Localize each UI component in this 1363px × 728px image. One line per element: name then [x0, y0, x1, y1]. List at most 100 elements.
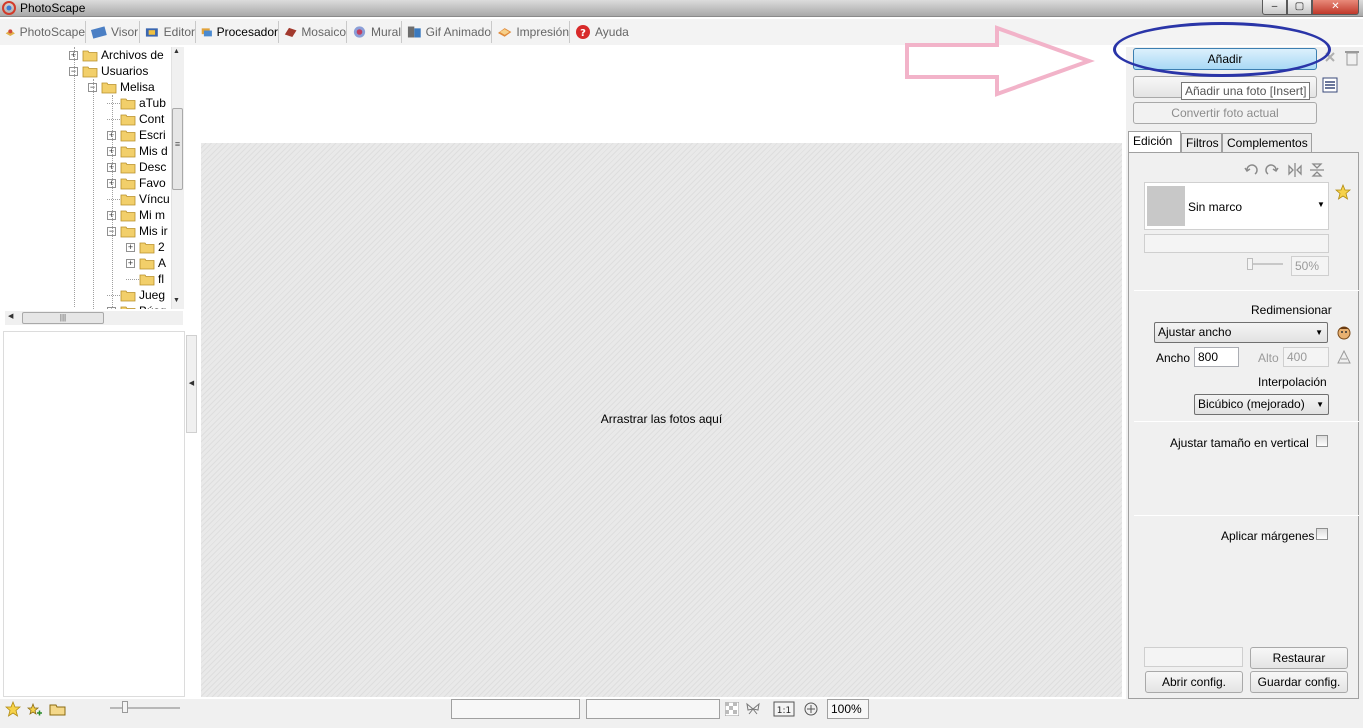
tree-connector [107, 118, 120, 120]
collapse-panel-handle[interactable]: ◀ [186, 335, 197, 433]
config-name-field[interactable] [1144, 647, 1243, 667]
pictures-icon [120, 226, 136, 238]
scroll-down-arrow-icon[interactable]: ▼ [173, 297, 180, 304]
interpolation-select[interactable]: Bicúbico (mejorado) ▼ [1194, 394, 1329, 415]
tree-item[interactable]: − Usuarios [69, 63, 148, 79]
maximize-button[interactable]: ▢ [1287, 0, 1312, 15]
frame-option-field [1144, 234, 1329, 253]
title-bar: PhotoScape – ▢ ✕ [0, 0, 1363, 17]
favorite-star-icon[interactable] [1335, 184, 1351, 200]
folder-icon [139, 242, 155, 254]
transparency-grid-icon[interactable] [725, 702, 739, 716]
rotate-left-icon[interactable] [1243, 162, 1259, 178]
thumbnail-size-thumb[interactable] [122, 701, 128, 713]
tab-mural[interactable]: Mural [349, 21, 402, 43]
flip-horizontal-icon[interactable] [1287, 162, 1303, 178]
trash-icon[interactable] [1344, 49, 1360, 67]
tree-item[interactable]: + Archivos de [69, 47, 164, 63]
tab-complementos[interactable]: Complementos [1222, 133, 1312, 154]
tree-item-label: aTub [139, 96, 166, 110]
resize-mode-select[interactable]: Ajustar ancho ▼ [1154, 322, 1328, 343]
status-bar: 1:1 100% [0, 699, 1363, 728]
links-icon [120, 194, 136, 206]
convert-current-photo-button[interactable]: Convertir foto actual [1133, 102, 1317, 124]
tab-editor[interactable]: Editor [142, 21, 196, 43]
tree-item[interactable]: aTub [107, 95, 166, 111]
butterfly-icon[interactable] [745, 701, 761, 717]
actual-size-icon[interactable]: 1:1 [773, 701, 795, 717]
tab-gif-animado[interactable]: Gif Animado [404, 21, 492, 43]
separator [1134, 421, 1359, 422]
editor-icon [145, 28, 158, 37]
folder-icon [139, 274, 155, 286]
height-input[interactable]: 400 [1283, 347, 1329, 367]
opacity-slider-thumb[interactable] [1247, 258, 1253, 270]
pencil-ruler-icon[interactable] [1336, 349, 1352, 365]
tree-expander-icon[interactable]: + [126, 258, 135, 268]
width-input[interactable]: 800 [1194, 347, 1239, 367]
tree-item[interactable]: Cont [107, 111, 164, 127]
file-thumbnail-list[interactable] [3, 331, 185, 697]
save-config-button[interactable]: Guardar config. [1250, 671, 1348, 693]
tab-label: Impresión [516, 25, 569, 39]
tree-item[interactable]: +Búsq [107, 303, 166, 309]
tab-photoscape[interactable]: PhotoScape [2, 21, 86, 43]
scroll-left-arrow-icon[interactable]: ◀ [8, 312, 13, 320]
tree-hscroll-thumb[interactable]: ||| [22, 312, 104, 324]
frame-selector[interactable]: Sin marco ▼ [1144, 182, 1329, 230]
tab-procesador[interactable]: Procesador [198, 21, 279, 43]
tree-item[interactable]: + Desc [107, 159, 166, 175]
tree-item[interactable]: +2 [126, 239, 165, 255]
minimize-button[interactable]: – [1262, 0, 1287, 15]
fit-to-window-icon[interactable] [803, 701, 819, 717]
open-folder-icon[interactable] [49, 701, 67, 717]
tree-scroll-thumb[interactable]: ≡ [172, 108, 183, 190]
tree-item[interactable]: + Escri [107, 127, 166, 143]
tree-item[interactable]: + Mi m [107, 207, 165, 223]
apply-margins-checkbox[interactable] [1316, 528, 1328, 540]
star-add-icon[interactable] [27, 701, 43, 717]
tree-item[interactable]: − Melisa [88, 79, 155, 95]
tree-connector [107, 102, 120, 104]
scroll-up-arrow-icon[interactable]: ▲ [173, 48, 180, 55]
face-icon[interactable] [1336, 324, 1352, 340]
zoom-level[interactable]: 100% [827, 699, 869, 719]
tree-item[interactable]: fl [126, 271, 164, 287]
tab-impresion[interactable]: Impresión [494, 21, 570, 43]
rotate-right-icon[interactable] [1264, 162, 1280, 178]
print-icon [497, 28, 512, 37]
tree-item[interactable]: Jueg [107, 287, 165, 303]
tree-item-label: A [158, 256, 167, 270]
contacts-icon [120, 114, 136, 126]
interpolation-heading: Interpolación [1258, 375, 1327, 389]
photo-drop-area[interactable]: Arrastrar las fotos aquí [201, 143, 1122, 697]
tree-item[interactable]: Víncu [107, 191, 170, 207]
scroll-grip: ||| [59, 313, 67, 322]
restore-button[interactable]: Restaurar [1250, 647, 1348, 669]
tree-item[interactable]: + Favo [107, 175, 166, 191]
tab-visor[interactable]: Visor [88, 21, 140, 43]
tab-mosaico[interactable]: Mosaico [281, 21, 347, 43]
flip-vertical-icon[interactable] [1309, 162, 1325, 178]
star-icon[interactable] [5, 701, 21, 717]
tree-expander-icon[interactable]: + [126, 242, 135, 252]
annotation-ellipse [1113, 22, 1331, 77]
open-config-button[interactable]: Abrir config. [1145, 671, 1243, 693]
tab-edicion[interactable]: Edición [1128, 131, 1181, 154]
combine-icon [353, 26, 366, 38]
list-view-icon[interactable] [1322, 77, 1338, 93]
tab-label: PhotoScape [19, 25, 85, 39]
tab-ayuda[interactable]: ? Ayuda [572, 21, 630, 43]
games-icon [120, 290, 136, 302]
tab-filtros[interactable]: Filtros [1181, 133, 1222, 154]
tree-item[interactable]: + A [126, 255, 166, 271]
tab-label: Mosaico [301, 25, 346, 39]
tree-item[interactable]: + Mis d [107, 143, 168, 159]
tree-item-label: Cont [139, 112, 165, 126]
tree-item[interactable]: − Mis ir [107, 223, 168, 239]
resize-vertical-checkbox[interactable] [1316, 435, 1328, 447]
collapse-arrow-icon: ◀ [188, 380, 195, 387]
thumbnail-size-slider[interactable] [110, 707, 180, 709]
tab-label: Procesador [216, 25, 278, 39]
close-button[interactable]: ✕ [1312, 0, 1359, 15]
